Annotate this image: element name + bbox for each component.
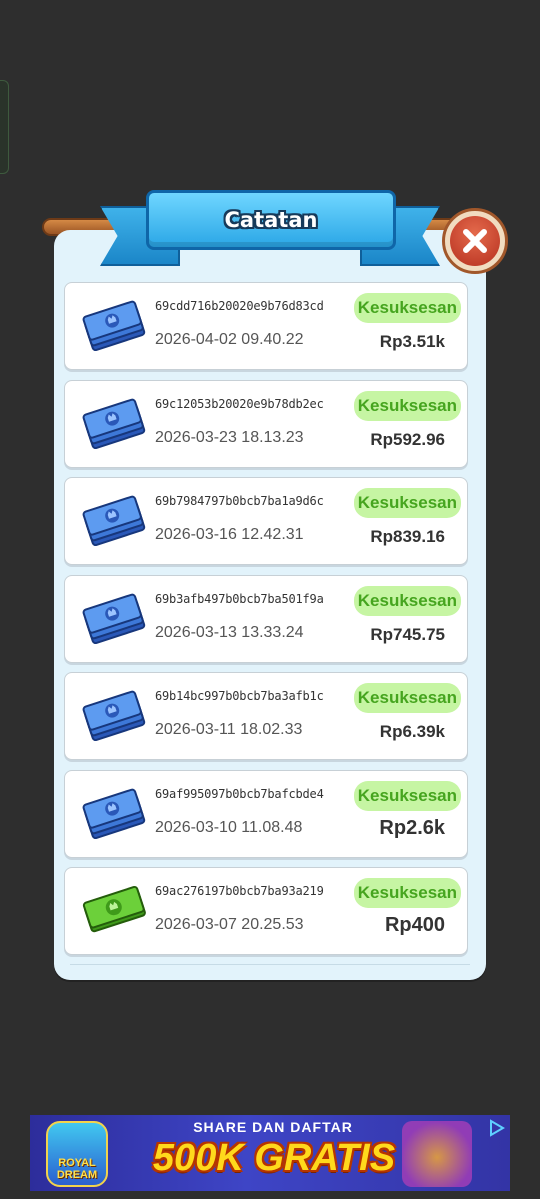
record-date: 2026-03-10 11.08.48 (155, 818, 303, 836)
panel-divider (70, 964, 470, 965)
ad-promo-text: 500K GRATIS (152, 1137, 396, 1179)
title-banner: Catatan (146, 190, 396, 250)
record-id: 69c12053b20020e9b78db2ec (155, 396, 324, 411)
status-badge: Kesuksesan (353, 488, 461, 518)
record-id: 69b14bc997b0bcb7ba3afb1c (155, 689, 324, 703)
record-id: 69af995097b0bcb7bafcbde4 (155, 786, 324, 801)
record-row: 69ac276197b0bcb7ba93a219 2026-03-07 20.25… (64, 867, 468, 955)
record-date: 2026-03-23 18.13.23 (155, 428, 304, 446)
record-id: 69b3afb497b0bcb7ba501f9a (155, 591, 324, 606)
record-amount: Rp745.75 (370, 624, 445, 644)
record-row: 69af995097b0bcb7bafcbde4 2026-03-10 11.08… (64, 769, 468, 858)
record-date: 2026-03-07 20.25.53 (155, 916, 304, 933)
ad-banner[interactable]: ROYAL DREAM SHARE DAN DAFTAR 500K GRATIS (30, 1115, 510, 1191)
record-date: 2026-03-11 18.02.33 (155, 721, 303, 738)
ad-choices-icon[interactable] (486, 1117, 508, 1139)
status-badge: Kesuksesan (353, 585, 461, 616)
ad-logo-text: ROYAL DREAM (56, 1157, 98, 1181)
record-date: 2026-04-02 09.40.22 (155, 331, 304, 348)
ad-headline: SHARE DAN DAFTAR (193, 1119, 353, 1135)
blue-cash-stack-icon (81, 299, 149, 353)
close-icon (450, 216, 500, 266)
record-amount: Rp592.96 (370, 429, 445, 449)
record-amount: Rp2.6k (379, 816, 445, 839)
record-row: 69c12053b20020e9b78db2ec 2026-03-23 18.13… (64, 379, 468, 468)
record-row: 69b14bc997b0bcb7ba3afb1c 2026-03-11 18.02… (64, 672, 468, 760)
record-row: 69b3afb497b0bcb7ba501f9a 2026-03-13 13.33… (64, 574, 468, 663)
dialog-title: Catatan (224, 208, 318, 232)
ad-app-logo: ROYAL DREAM (46, 1121, 108, 1187)
records-list: 69cdd716b20020e9b76d83cd 2026-04-02 09.40… (64, 282, 478, 965)
blue-cash-stack-icon (81, 787, 149, 841)
status-badge: Kesuksesan (353, 293, 461, 323)
blue-cash-stack-icon (81, 592, 149, 646)
blue-cash-stack-icon (81, 494, 149, 548)
record-id: 69b7984797b0bcb7ba1a9d6c (155, 494, 324, 508)
record-date: 2026-03-16 12.42.31 (155, 526, 304, 543)
record-id: 69ac276197b0bcb7ba93a219 (155, 884, 324, 898)
ad-decoration-image (402, 1121, 472, 1187)
blue-cash-stack-icon (81, 689, 149, 743)
record-amount: Rp839.16 (370, 527, 445, 546)
side-edge-tab (0, 80, 9, 174)
record-amount: Rp400 (384, 914, 445, 936)
records-panel: 69cdd716b20020e9b76d83cd 2026-04-02 09.40… (54, 230, 486, 980)
record-amount: Rp3.51k (379, 332, 445, 351)
record-amount: Rp6.39k (379, 722, 445, 741)
blue-cash-stack-icon (81, 397, 149, 451)
record-id: 69cdd716b20020e9b76d83cd (155, 299, 324, 313)
record-date: 2026-03-13 13.33.24 (155, 623, 304, 641)
status-badge: Kesuksesan (353, 683, 461, 713)
record-row: 69b7984797b0bcb7ba1a9d6c 2026-03-16 12.42… (64, 477, 468, 565)
status-badge: Kesuksesan (353, 878, 461, 908)
close-button[interactable] (442, 208, 508, 274)
status-badge: Kesuksesan (353, 780, 461, 811)
green-cash-icon (81, 884, 149, 938)
status-badge: Kesuksesan (353, 390, 461, 421)
record-row: 69cdd716b20020e9b76d83cd 2026-04-02 09.40… (64, 282, 468, 370)
